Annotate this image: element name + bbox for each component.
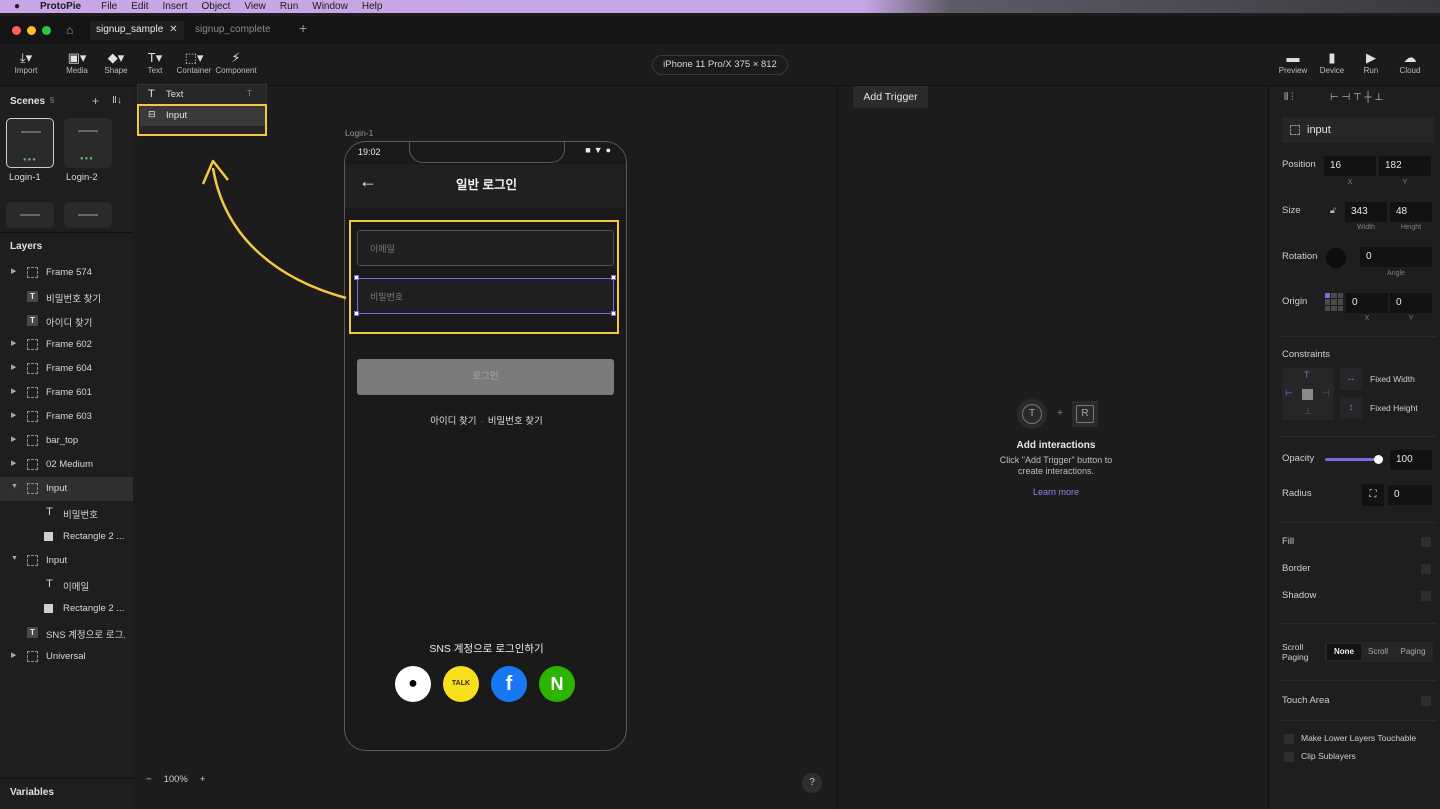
fixed-width-label: Fixed Width (1370, 374, 1415, 384)
arrow-curve (211, 167, 347, 300)
scroll-option-paging[interactable]: Paging (1396, 642, 1430, 662)
origin-y-input[interactable]: 0 (1390, 293, 1432, 313)
position-y-sub: Y (1402, 179, 1408, 186)
fixed-width-option[interactable]: ↔ Fixed Width (1340, 368, 1434, 390)
border-label: Border (1282, 563, 1311, 574)
shadow-label: Shadow (1282, 590, 1317, 601)
origin-cell[interactable] (1331, 305, 1337, 311)
add-interactions-desc: Click "Add Trigger" button to create int… (999, 455, 1113, 476)
fixed-width-icon: ↔ (1340, 368, 1362, 390)
constraint-bottom-icon[interactable]: ⊥ (1304, 406, 1312, 417)
make-lower-checkbox[interactable] (1284, 734, 1294, 744)
fixed-height-icon: ↕ (1340, 397, 1362, 419)
origin-label: Origin (1282, 296, 1308, 307)
lock-ratio-icon[interactable]: 🔓︎ (1330, 205, 1336, 216)
height-sub: Height (1400, 224, 1422, 231)
make-lower-label: Make Lower Layers Touchable (1301, 733, 1417, 743)
align-icons[interactable]: ⊢ ⊣ ⊤ ┼ ⊥ (1330, 92, 1383, 103)
origin-cell[interactable] (1337, 299, 1343, 305)
opacity-label: Opacity (1282, 453, 1315, 464)
add-interactions-title: Add interactions (1016, 440, 1096, 451)
origin-cell[interactable] (1337, 305, 1343, 311)
origin-cell[interactable] (1337, 293, 1343, 299)
divider (1280, 680, 1436, 681)
divider (1280, 436, 1436, 437)
rotation-knob[interactable] (1326, 248, 1346, 268)
origin-cell[interactable] (1325, 293, 1331, 299)
learn-more-link[interactable]: Learn more (960, 487, 1152, 497)
divider (1280, 522, 1436, 523)
origin-y-sub: Y (1408, 315, 1414, 322)
trigger-glyph: T (1022, 404, 1042, 424)
help-icon[interactable]: ? (802, 773, 822, 793)
touch-area-label: Touch Area (1282, 695, 1330, 706)
position-x-input[interactable]: 16 (1324, 156, 1376, 176)
response-glyph: R (1076, 405, 1094, 423)
divider (1280, 336, 1436, 337)
interaction-illustration: T + R (1017, 399, 1098, 429)
add-trigger-button[interactable]: Add Trigger (853, 86, 928, 108)
origin-cell[interactable] (1325, 305, 1331, 311)
fill-label: Fill (1282, 536, 1295, 547)
zoom-in-icon[interactable]: + (200, 774, 206, 785)
origin-cell[interactable] (1325, 299, 1331, 305)
opacity-input[interactable]: 100 (1390, 450, 1432, 470)
radius-label: Radius (1282, 488, 1312, 499)
zoom-control: − 100% + (146, 774, 217, 785)
fill-add-icon[interactable] (1421, 537, 1431, 547)
opacity-slider[interactable] (1325, 458, 1379, 461)
touch-area-toggle[interactable] (1421, 696, 1431, 706)
fixed-height-label: Fixed Height (1370, 403, 1418, 413)
constraint-center (1302, 389, 1313, 400)
shadow-add-icon[interactable] (1421, 591, 1431, 601)
divider (1280, 623, 1436, 624)
origin-x-sub: X (1364, 315, 1370, 322)
scroll-option-none[interactable]: None (1327, 644, 1361, 660)
radius-input[interactable]: 0 (1388, 485, 1432, 505)
constraints-widget[interactable]: T ⊢ ⊣ ⊥ (1282, 368, 1334, 420)
container-icon (1290, 125, 1300, 135)
clip-sublayers-checkbox[interactable] (1284, 752, 1294, 762)
trigger-icon: T (1017, 399, 1047, 429)
constraints-label: Constraints (1282, 349, 1331, 360)
origin-cell[interactable] (1331, 299, 1337, 305)
selected-layer-name[interactable]: input (1282, 117, 1434, 143)
radius-corners-icon[interactable]: ⛶ (1362, 484, 1384, 506)
zoom-level[interactable]: 100% (164, 774, 188, 785)
position-x-sub: X (1347, 179, 1353, 186)
constraint-top-icon[interactable]: T (1304, 370, 1310, 380)
height-input[interactable]: 48 (1390, 202, 1432, 222)
rotation-label: Rotation (1282, 251, 1318, 262)
response-icon: R (1072, 401, 1098, 427)
constraint-right-icon[interactable]: ⊣ (1322, 388, 1330, 399)
position-y-input[interactable]: 182 (1379, 156, 1431, 176)
scroll-paging-label: Scroll Paging (1282, 642, 1309, 662)
origin-cell[interactable] (1331, 293, 1337, 299)
size-label: Size (1282, 205, 1301, 216)
rotation-input[interactable]: 0 (1360, 247, 1432, 267)
divider (1280, 720, 1436, 721)
origin-x-input[interactable]: 0 (1346, 293, 1388, 313)
scroll-option-scroll[interactable]: Scroll (1361, 642, 1395, 662)
distribute-icons[interactable]: ⫴ ⫶ (1284, 92, 1293, 103)
origin-picker[interactable] (1325, 293, 1343, 311)
selected-layer-label: input (1307, 124, 1331, 136)
width-sub: Width (1357, 224, 1375, 231)
scroll-paging-segmented[interactable]: None Scroll Paging (1325, 642, 1433, 662)
fixed-height-option[interactable]: ↕ Fixed Height (1340, 397, 1434, 419)
zoom-out-icon[interactable]: − (146, 774, 152, 785)
opacity-slider-knob[interactable] (1374, 455, 1383, 464)
plus-glyph: + (1057, 408, 1063, 419)
clip-sublayers-label: Clip Sublayers (1301, 751, 1356, 761)
position-label: Position (1282, 159, 1316, 170)
width-input[interactable]: 343 (1345, 202, 1387, 222)
border-add-icon[interactable] (1421, 564, 1431, 574)
constraint-left-icon[interactable]: ⊢ (1285, 388, 1293, 399)
rotation-sub: Angle (1387, 270, 1405, 277)
